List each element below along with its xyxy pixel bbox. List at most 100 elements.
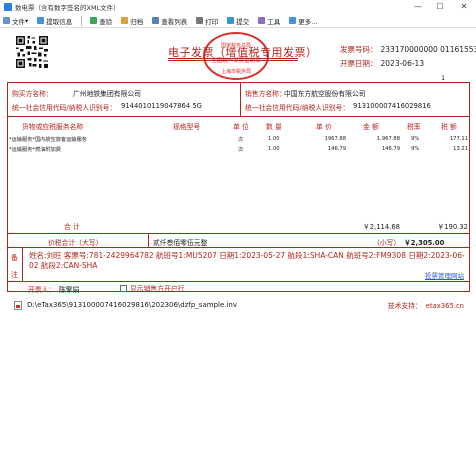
check-icon <box>90 17 98 24</box>
view-list-label: 查看列表 <box>161 17 188 26</box>
invoice-number: 233170000000 01161553 <box>380 45 476 54</box>
support-info: 技术支持： etax365.cn <box>388 300 464 310</box>
header-unit: 单 位 <box>233 123 249 131</box>
submit-button[interactable]: 提交 <box>227 16 249 26</box>
total-amount: ￥2,114.68 <box>362 223 400 231</box>
buyer-name: 广州地铁集团有限公司 <box>73 90 141 98</box>
grand-total-number: ￥2,305.00 <box>404 239 445 247</box>
header-spec: 规格型号 <box>173 123 201 131</box>
chevron-down-icon: ▾ <box>25 16 29 25</box>
archive-button[interactable]: 归档 <box>121 16 143 26</box>
extract-info-button[interactable]: 提取信息 <box>37 16 72 26</box>
item-amount: 146.79 <box>381 146 400 152</box>
invoice-number-row: 发票号码： 233170000000 01161553 <box>340 44 476 55</box>
page-number: 1 <box>441 74 446 82</box>
remarks-label-1: 备 <box>11 254 18 262</box>
buyer-id-label: 统一社会信用代码/纳税人识别号： <box>12 104 117 112</box>
show-seller-account-option[interactable]: 显示销售方开户行 <box>120 283 184 293</box>
seller-id: 913100007416029816 <box>353 102 431 110</box>
item-unit: 次 <box>238 137 244 143</box>
header-tax: 税 额 <box>441 123 457 131</box>
grand-total-small-label: （小写） <box>373 239 401 247</box>
maximize-button[interactable]: ☐ <box>430 0 450 14</box>
app-icon <box>4 3 12 11</box>
invoice-viewer-window: 数电票（含有数字签名的XML文件） — ☐ ✕ 文件 ▾ 提取信息 查验 归档 查… <box>0 0 476 320</box>
buyer-name-label: 购买方名称： <box>12 90 53 98</box>
tools-label: 工具 <box>267 17 281 26</box>
grand-top-line <box>7 233 470 234</box>
invoice-number-label: 发票号码： <box>340 45 378 54</box>
remarks-top-line <box>7 247 470 248</box>
item-price: 1967.88 <box>324 136 346 142</box>
submit-label: 提交 <box>236 17 250 26</box>
header-price: 单 价 <box>316 123 332 131</box>
more-button[interactable]: 更多... <box>289 16 317 26</box>
grand-divider <box>148 233 149 247</box>
print-button[interactable]: 打印 <box>196 16 218 26</box>
total-tax: ￥190.32 <box>437 223 468 231</box>
extract-info-label: 提取信息 <box>46 17 73 26</box>
grand-total-label: 价税合计（大写） <box>48 239 103 247</box>
item-tax: 13.21 <box>453 146 468 152</box>
invoice-date-label: 开票日期： <box>340 59 378 68</box>
qr-code <box>16 36 48 68</box>
invoice-date: 2023-06-13 <box>380 59 425 68</box>
item-unit: 次 <box>238 147 244 153</box>
toolbar-divider <box>81 15 83 26</box>
printer-icon <box>196 17 204 24</box>
item-rate: 9% <box>411 146 420 152</box>
issuer-label: 开票人： <box>28 286 56 294</box>
item-qty: 1.00 <box>268 146 280 152</box>
window-title: 数电票（含有数字签名的XML文件） <box>15 4 120 12</box>
remarks-label-2: 注 <box>11 271 18 279</box>
support-site-link[interactable]: etax365.cn <box>426 302 464 310</box>
party-bottom-line <box>7 116 470 117</box>
tools-button[interactable]: 工具 <box>258 16 280 26</box>
invoice-document: 国家税务总局 全国统一发票监制章 上海市税务局 电子发票（增值税专用发票） 发票… <box>0 28 476 298</box>
more-label: 更多... <box>298 17 318 26</box>
header-qty: 数 量 <box>266 123 282 131</box>
verify-label: 查验 <box>99 17 113 26</box>
item-rate: 9% <box>411 136 420 142</box>
print-label: 打印 <box>205 17 219 26</box>
toolbar: 文件 ▾ 提取信息 查验 归档 查看列表 打印 提交 工具 更多... <box>0 14 476 28</box>
buyer-id: 9144010119047864 5G <box>121 102 202 110</box>
title-bar: 数电票（含有数字签名的XML文件） <box>0 0 476 14</box>
remarks-divider <box>22 247 23 281</box>
item-qty: 1.00 <box>268 136 280 142</box>
header-item: 货物或应税服务名称 <box>22 123 84 131</box>
remarks-text: 姓名:刘旺 客票号:781-2429964782 航班号1:MU5207 日期1… <box>29 251 465 270</box>
archive-icon <box>121 17 129 24</box>
extract-icon <box>37 17 45 24</box>
seller-id-label: 统一社会信用代码/纳税人识别号： <box>245 104 350 112</box>
item-price: 146.79 <box>327 146 346 152</box>
invoice-date-row: 开票日期： 2023-06-13 <box>340 58 424 69</box>
close-button[interactable]: ✕ <box>454 0 474 14</box>
file-icon <box>14 300 22 310</box>
item-amount: 1,967.88 <box>376 136 400 142</box>
seller-name: 中国东方航空股份有限公司 <box>284 90 366 98</box>
item-name: *运输服务*国内航空旅客运输服务 <box>9 137 87 143</box>
official-website-link[interactable]: 投票管理网站 <box>425 270 464 280</box>
show-seller-account-checkbox[interactable] <box>120 284 127 292</box>
item-name: *运输服务*燃油附加费 <box>9 147 61 153</box>
minimize-button[interactable]: — <box>408 0 428 14</box>
verify-button[interactable]: 查验 <box>90 16 112 26</box>
grand-total-words: 贰仟叁佰零伍元整 <box>153 239 208 247</box>
view-list-button[interactable]: 查看列表 <box>152 16 187 26</box>
header-rate: 税率 <box>407 123 421 131</box>
remarks-bottom-line <box>7 281 470 282</box>
menu-icon <box>3 17 10 24</box>
item-tax: 177.11 <box>449 136 468 142</box>
show-seller-account-label: 显示销售方开户行 <box>130 285 185 293</box>
tools-icon <box>258 17 266 24</box>
file-menu[interactable]: 文件 ▾ <box>3 16 28 26</box>
more-icon <box>289 17 297 24</box>
header-amount: 金 额 <box>363 123 379 131</box>
archive-label: 归档 <box>130 17 144 26</box>
list-icon <box>152 17 160 24</box>
seal-bottom-text: 上海市税务局 <box>220 69 251 75</box>
title-underline <box>168 58 298 61</box>
total-label: 合 计 <box>64 223 80 231</box>
party-divider <box>240 82 241 116</box>
